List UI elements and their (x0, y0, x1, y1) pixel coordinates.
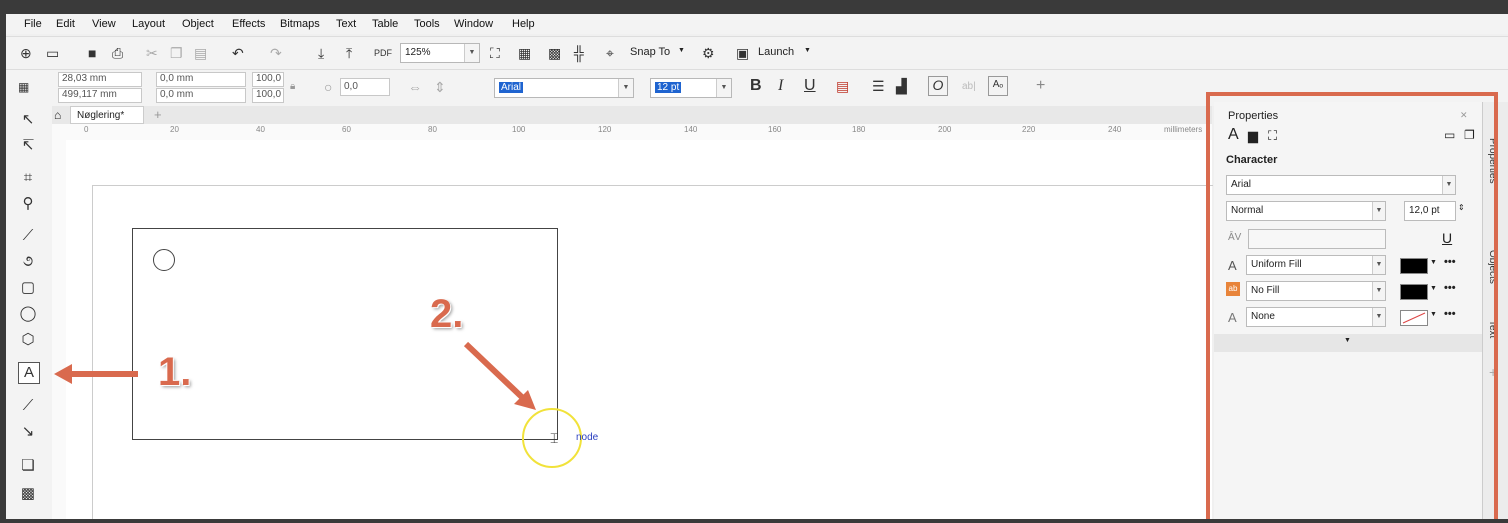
annotation-step-2: 2. (430, 292, 464, 336)
app-window: File Edit View Layout Object Effects Bit… (6, 14, 1508, 519)
annotation-step-1: 1. (158, 350, 192, 394)
annotation-highlight-box (1206, 92, 1498, 519)
